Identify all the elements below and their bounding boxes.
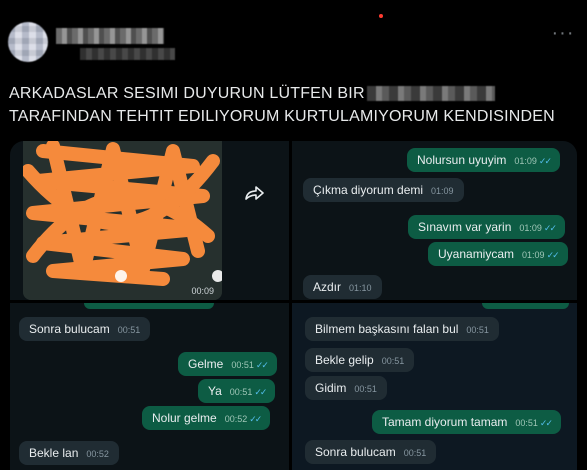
message-time: 00:51: [117, 325, 141, 335]
message-text: Gidim: [315, 381, 347, 395]
notification-dot: [379, 14, 383, 18]
message-bubble[interactable]: Bekle gelip 00:51: [305, 348, 415, 372]
read-ticks-icon: ✓✓: [254, 387, 267, 397]
message-text: Bilmem başkasını falan bul: [315, 322, 459, 336]
message-time: 00:51: [515, 418, 538, 428]
message-bubble[interactable]: Nolursun uyuyim 01:09 ✓✓: [407, 148, 560, 172]
message-time: 00:51: [231, 360, 254, 370]
message-bubble[interactable]: Uyanamiycam 01:09 ✓✓: [428, 242, 568, 266]
screenshot-top-left[interactable]: 00:09: [10, 141, 289, 300]
message-bubble[interactable]: Nolur gelme 00:52 ✓✓: [142, 406, 271, 430]
post-text-line-2: TARAFINDAN TEHTIT EDILIYORUM KURTULAMIYO…: [9, 108, 555, 125]
message-time: 01:09: [522, 250, 545, 260]
message-bubble[interactable]: Sonra bulucam 00:51: [19, 317, 151, 341]
message-text: Ya: [208, 384, 222, 398]
message-text: Gelme: [188, 357, 224, 371]
message-bubble[interactable]: Sonra bulucam 00:51: [305, 440, 437, 464]
message-text: Nolur gelme: [152, 411, 217, 425]
message-bubble[interactable]: Sınavım var yarin 01:09 ✓✓: [408, 215, 565, 239]
read-ticks-icon: ✓✓: [255, 360, 269, 370]
message-bubble[interactable]: Tamam diyorum tamam 00:51 ✓✓: [372, 410, 561, 434]
cut-message-bubble: [482, 303, 569, 309]
message-text: Çıkma diyorum demi: [313, 183, 424, 197]
message-bubble[interactable]: Bilmem başkasını falan bul 00:51: [305, 317, 499, 341]
message-text: Azdır: [313, 280, 342, 294]
message-text: Bekle gelip: [315, 353, 374, 367]
message-bubble[interactable]: Ya 00:51 ✓✓: [198, 379, 276, 403]
message-time: 01:09: [431, 186, 454, 196]
read-ticks-icon: ✓✓: [543, 223, 557, 233]
sticker-icon: [115, 270, 127, 282]
message-time: 01:09: [514, 156, 537, 166]
screenshot-bottom-left[interactable]: Sonra bulucam 00:51 Gelme 00:51 ✓✓ Ya 00:51 ✓…: [10, 303, 289, 470]
post-text: ARKADASLAR SESIMI DUYURUN LÜTFEN BIR TAR…: [9, 82, 579, 128]
message-text: Sınavım var yarin: [418, 220, 512, 234]
screenshot-top-right[interactable]: Nolursun uyuyim 01:09 ✓✓ Çıkma diyorum dem…: [292, 141, 577, 300]
post-header: ···: [0, 0, 587, 70]
message-text: Nolursun uyuyim: [417, 153, 507, 167]
redacted-name: [366, 86, 495, 101]
redacted-handle: [80, 48, 175, 60]
message-text: Bekle lan: [29, 446, 79, 460]
sticker-icon: [212, 270, 222, 282]
read-ticks-icon: ✓✓: [539, 418, 553, 428]
message-bubble[interactable]: Çıkma diyorum demi 01:09: [303, 178, 464, 202]
message-time: 00:52: [86, 449, 109, 459]
read-ticks-icon: ✓✓: [546, 250, 560, 260]
message-text: Sonra bulucam: [29, 322, 110, 336]
screenshot-bottom-right[interactable]: Bilmem başkasını falan bul 00:51 Bekle ge…: [292, 303, 577, 470]
media-grid[interactable]: 00:09 Nolursun uyuyim 01:09 ✓✓ Çıkma diyor…: [10, 141, 577, 470]
message-text: Tamam diyorum tamam: [382, 415, 508, 429]
message-time: 00:52: [224, 414, 248, 424]
message-time: 01:09: [519, 223, 542, 233]
media-timestamp: 00:09: [191, 286, 214, 296]
message-time: 00:51: [403, 448, 427, 458]
read-ticks-icon: ✓✓: [538, 156, 552, 166]
message-bubble[interactable]: Gelme 00:51 ✓✓: [178, 352, 277, 376]
read-ticks-icon: ✓✓: [249, 414, 262, 424]
message-time: 01:10: [349, 283, 372, 293]
more-horizontal-icon: ···: [551, 22, 575, 44]
more-button[interactable]: ···: [550, 23, 576, 44]
cut-message-bubble: [84, 303, 214, 309]
forward-arrow-icon[interactable]: [244, 186, 264, 202]
message-bubble[interactable]: Bekle lan 00:52: [19, 441, 119, 465]
forwarded-media[interactable]: 00:09: [23, 141, 222, 300]
message-time: 00:51: [381, 356, 405, 366]
avatar[interactable]: [8, 22, 48, 62]
message-time: 00:51: [354, 384, 377, 394]
redacted-display-name: [56, 28, 164, 44]
message-text: Sonra bulucam: [315, 445, 396, 459]
message-text: Uyanamiycam: [438, 247, 515, 261]
message-bubble[interactable]: Azdır 01:10: [303, 275, 382, 299]
message-time: 00:51: [229, 387, 253, 397]
post-text-line-1: ARKADASLAR SESIMI DUYURUN LÜTFEN BIR: [9, 85, 365, 102]
message-bubble[interactable]: Gidim 00:51: [305, 376, 387, 400]
message-time: 00:51: [466, 325, 489, 335]
